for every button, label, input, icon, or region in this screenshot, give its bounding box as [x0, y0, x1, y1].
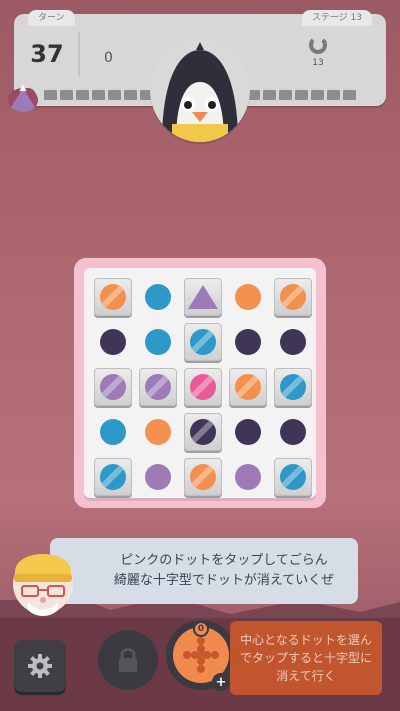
board-cell[interactable]: [229, 278, 267, 316]
dot-piece: [235, 464, 261, 490]
target-count: 13: [312, 58, 324, 68]
dot-piece: [280, 374, 306, 400]
stage-target: 13: [306, 36, 330, 68]
board-cell[interactable]: [94, 323, 132, 361]
dot-piece: [235, 374, 261, 400]
triangle-piece: [188, 285, 218, 309]
dot-piece: [235, 284, 261, 310]
cross-item-count: 0: [193, 621, 209, 637]
dot-piece: [145, 419, 171, 445]
dot-piece: [235, 419, 261, 445]
dot-piece: [190, 464, 216, 490]
dot-piece: [235, 329, 261, 355]
board-cell[interactable]: [229, 458, 267, 496]
settings-button[interactable]: [14, 640, 66, 692]
board-cell[interactable]: [94, 458, 132, 496]
dot-piece: [280, 329, 306, 355]
turns-label: ターン: [28, 10, 75, 26]
dot-piece: [190, 329, 216, 355]
board-cell[interactable]: [139, 413, 177, 451]
board-cell[interactable]: [229, 323, 267, 361]
game-board: [84, 268, 316, 498]
board-cell[interactable]: [274, 458, 312, 496]
board-cell[interactable]: [184, 413, 222, 451]
board-cell[interactable]: [274, 413, 312, 451]
penguin-mascot: [150, 38, 250, 142]
dot-piece: [100, 374, 126, 400]
turns-counter: 37: [30, 40, 64, 68]
dot-piece: [190, 419, 216, 445]
triangle-icon: ▲: [8, 83, 38, 112]
game-board-frame: [74, 258, 326, 508]
dot-piece: [100, 464, 126, 490]
add-item-button[interactable]: +: [212, 673, 230, 691]
board-cell[interactable]: [184, 368, 222, 406]
target-ring-icon: [309, 36, 327, 54]
board-cell[interactable]: [184, 278, 222, 316]
dot-piece: [145, 374, 171, 400]
board-cell[interactable]: [94, 278, 132, 316]
dot-piece: [190, 374, 216, 400]
score-value: 0: [104, 50, 113, 66]
board-cell[interactable]: [139, 278, 177, 316]
board-cell[interactable]: [229, 413, 267, 451]
board-cell[interactable]: [229, 368, 267, 406]
hint-text: ピンクのドットをタップしてごらん 綺麗な十字型でドットが消えていくぜ: [96, 551, 352, 591]
board-cell[interactable]: [139, 323, 177, 361]
dot-piece: [145, 284, 171, 310]
old-man-avatar: [6, 538, 80, 618]
dot-piece: [100, 419, 126, 445]
board-cell[interactable]: [139, 458, 177, 496]
hint-bubble: ピンクのドットをタップしてごらん 綺麗な十字型でドットが消えていくぜ: [50, 538, 358, 604]
lock-icon: [119, 648, 137, 672]
hint-line-2: 綺麗な十字型でドットが消えていくぜ: [113, 573, 335, 588]
stage-label: ステージ 13: [301, 10, 372, 26]
dot-piece: [145, 329, 171, 355]
dot-piece: [280, 464, 306, 490]
gear-icon: [28, 654, 52, 678]
board-cell[interactable]: [184, 458, 222, 496]
board-cell[interactable]: [274, 323, 312, 361]
locked-item-button[interactable]: [98, 630, 158, 690]
board-cell[interactable]: [139, 368, 177, 406]
dot-piece: [280, 419, 306, 445]
dot-piece: [280, 284, 306, 310]
cross-item-description: 中心となるドットを選んでタップすると十字型に消えて行く: [230, 621, 382, 695]
board-cell[interactable]: [274, 368, 312, 406]
dot-piece: [145, 464, 171, 490]
dot-piece: [100, 284, 126, 310]
hint-line-1: ピンクのドットをタップしてごらん: [120, 553, 328, 568]
board-cell[interactable]: [94, 413, 132, 451]
board-cell[interactable]: [274, 278, 312, 316]
board-cell[interactable]: [94, 368, 132, 406]
dot-piece: [100, 329, 126, 355]
hud-divider: [78, 32, 80, 76]
board-cell[interactable]: [184, 323, 222, 361]
